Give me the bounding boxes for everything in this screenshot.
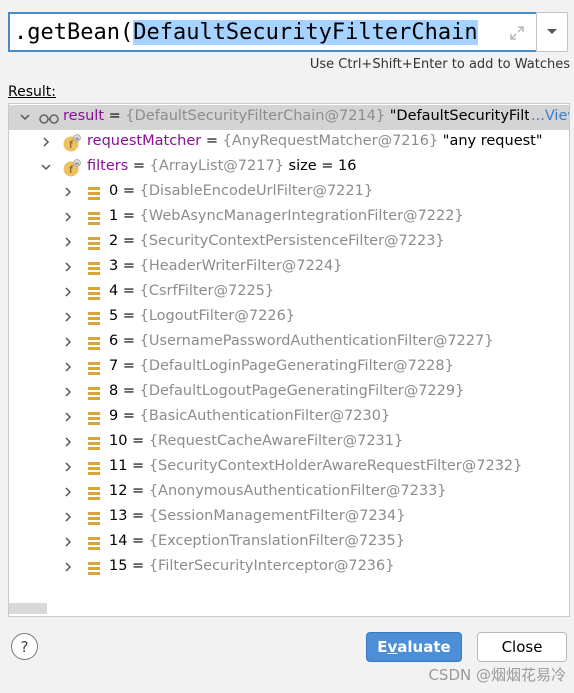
list-entry-icon [86,459,104,477]
tree-row-result[interactable]: result = {DefaultSecurityFilterChain@721… [9,105,569,130]
list-item[interactable]: 3 = {HeaderWriterFilter@7224} [9,255,569,280]
expression-selection: DefaultSecurityFilterChain [133,19,478,45]
chevron-right-icon[interactable] [62,186,74,198]
list-item[interactable]: 5 = {LogoutFilter@7226} [9,305,569,330]
list-item[interactable]: 13 = {SessionManagementFilter@7234} [9,505,569,530]
list-entry-icon [86,484,104,502]
field-icon: f [62,134,81,152]
node-name: filters [87,158,129,174]
horizontal-scrollbar[interactable] [9,603,47,614]
list-entry-icon [86,534,104,552]
expression-input[interactable]: .getBean(DefaultSecurityFilterChain [8,12,542,52]
list-item[interactable]: 1 = {WebAsyncManagerIntegrationFilter@72… [9,205,569,230]
node-value: "any request" [438,133,543,149]
list-item[interactable]: 4 = {CsrfFilter@7225} [9,280,569,305]
list-entry-icon [86,334,104,352]
list-entry-icon [86,234,104,252]
chevron-right-icon[interactable] [40,136,52,148]
list-item[interactable]: 12 = {AnonymousAuthenticationFilter@7233… [9,480,569,505]
node-value: "DefaultSecurityFilte [385,108,539,124]
result-label: Result: [8,84,56,100]
history-dropdown-button[interactable] [536,12,568,52]
list-entry-icon [86,284,104,302]
list-entry-icon [86,359,104,377]
chevron-right-icon[interactable] [62,561,74,573]
node-name: requestMatcher [87,133,202,149]
mnemonic-letter: v [387,638,398,656]
node-ref: {ArrayList@7217} [149,158,284,174]
chevron-right-icon[interactable] [62,261,74,273]
tree-row-request-matcher[interactable]: f requestMatcher = {AnyRequestMatcher@72… [9,130,569,155]
chevron-right-icon[interactable] [62,411,74,423]
list-entry-icon [86,209,104,227]
list-item[interactable]: 10 = {RequestCacheAwareFilter@7231} [9,430,569,455]
help-button[interactable]: ? [11,633,38,660]
list-item[interactable]: 9 = {BasicAuthenticationFilter@7230} [9,405,569,430]
chevron-right-icon[interactable] [62,486,74,498]
field-icon: f [62,159,81,177]
list-item[interactable]: 0 = {DisableEncodeUrlFilter@7221} [9,180,569,205]
list-item[interactable]: 11 = {SecurityContextHolderAwareRequestF… [9,455,569,480]
expand-editor-icon[interactable] [504,20,530,46]
watermark: CSDN @烟烟花易冷 [428,666,566,684]
chevron-down-icon [547,29,557,34]
chevron-right-icon[interactable] [62,336,74,348]
evaluate-button[interactable]: Ev aluate [366,632,462,662]
list-entry-icon [86,434,104,452]
chevron-right-icon[interactable] [62,286,74,298]
chevron-right-icon[interactable] [62,386,74,398]
chevron-down-icon[interactable] [19,111,31,123]
list-item[interactable]: 8 = {DefaultLogoutPageGeneratingFilter@7… [9,380,569,405]
watches-hint: Use Ctrl+Shift+Enter to add to Watches [309,57,570,72]
chevron-down-icon[interactable] [40,161,52,173]
result-tree[interactable]: result = {DefaultSecurityFilterChain@721… [8,103,570,617]
svg-text:f: f [69,140,73,151]
chevron-right-icon[interactable] [62,461,74,473]
glasses-icon [38,109,60,127]
chevron-right-icon[interactable] [62,311,74,323]
node-ref: {DefaultSecurityFilterChain@7214} [125,108,386,124]
list-entry-icon [86,259,104,277]
list-entry-icon [86,559,104,577]
list-entry-icon [86,409,104,427]
list-entry-icon [86,184,104,202]
chevron-right-icon[interactable] [62,536,74,548]
chevron-right-icon[interactable] [62,361,74,373]
list-entry-icon [86,509,104,527]
chevron-right-icon[interactable] [62,211,74,223]
chevron-right-icon[interactable] [62,511,74,523]
list-item[interactable]: 7 = {DefaultLoginPageGeneratingFilter@72… [9,355,569,380]
list-item[interactable]: 14 = {ExceptionTranslationFilter@7235} [9,530,569,555]
chevron-right-icon[interactable] [62,436,74,448]
expression-prefix: .getBean( [14,19,134,45]
node-value: size = 16 [283,158,357,174]
node-ref: {AnyRequestMatcher@7216} [222,133,439,149]
list-item[interactable]: 15 = {FilterSecurityInterceptor@7236} [9,555,569,580]
question-icon: ? [20,637,29,656]
list-entry-icon [86,309,104,327]
list-item[interactable]: 6 = {UsernamePasswordAuthenticationFilte… [9,330,569,355]
svg-text:f: f [69,165,73,176]
chevron-right-icon[interactable] [62,236,74,248]
close-button[interactable]: Close [477,632,567,662]
tree-row-filters[interactable]: f filters = {ArrayList@7217} size = 16 [9,155,569,180]
view-link[interactable]: ...View [529,108,569,124]
list-entry-icon [86,384,104,402]
node-name: result [63,108,105,124]
evaluate-dialog: .getBean(DefaultSecurityFilterChain Use … [0,0,574,693]
list-item[interactable]: 2 = {SecurityContextPersistenceFilter@72… [9,230,569,255]
